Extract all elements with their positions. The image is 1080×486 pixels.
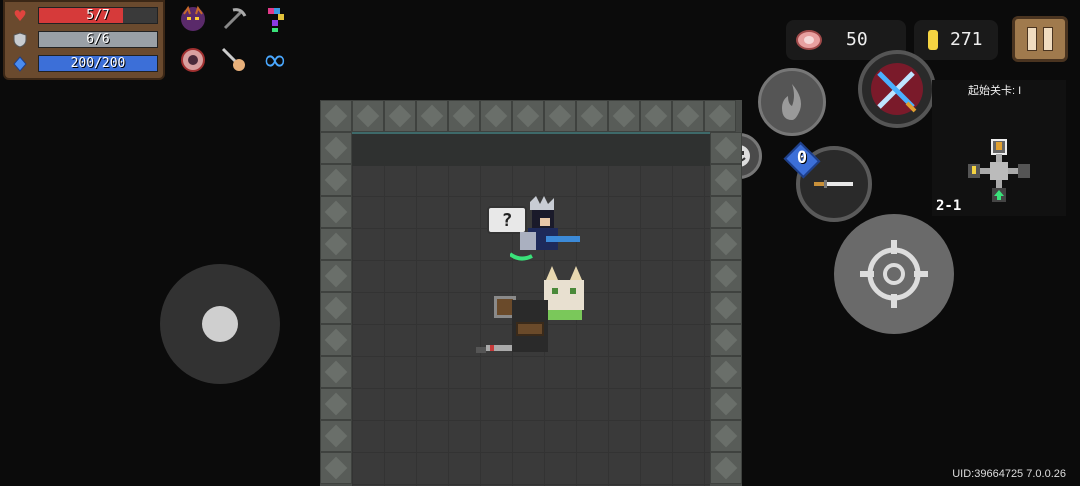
level-indicator: 2-1 bbox=[936, 198, 962, 214]
special-attack-button[interactable] bbox=[858, 50, 936, 128]
wall-tile bbox=[320, 388, 352, 420]
fire-button[interactable] bbox=[834, 214, 954, 334]
heart-icon: ♥ bbox=[13, 7, 27, 25]
sword-hand-buff-icon bbox=[218, 44, 250, 76]
armor-bar: 6/6 bbox=[38, 31, 158, 48]
wall-tile bbox=[448, 100, 480, 132]
energy-bar: 200/200 bbox=[38, 55, 158, 72]
food-count: 50 bbox=[846, 29, 868, 50]
flame-icon bbox=[782, 84, 801, 120]
wall-tile bbox=[320, 292, 352, 324]
ammo-cost-text: 0 bbox=[796, 148, 808, 168]
treasure-chest[interactable] bbox=[512, 300, 548, 352]
wall-tile bbox=[710, 388, 742, 420]
hp-row: ♥ 5/7 bbox=[11, 6, 161, 26]
hp-text: 5/7 bbox=[86, 8, 110, 23]
wall-tile bbox=[352, 100, 384, 132]
wall-tile bbox=[640, 100, 672, 132]
wall-tile bbox=[710, 132, 742, 164]
wall-tile bbox=[320, 100, 352, 132]
wall-tile bbox=[320, 324, 352, 356]
mystery-buff-icon bbox=[259, 3, 291, 35]
dungeon-room bbox=[320, 100, 742, 486]
energy-crystal-icon bbox=[11, 56, 29, 72]
armor-row: 6/6 bbox=[11, 30, 161, 50]
shield-icon bbox=[11, 32, 29, 48]
dropped-gun[interactable] bbox=[476, 340, 516, 353]
armor-text: 6/6 bbox=[86, 32, 110, 47]
wall-tile bbox=[704, 100, 736, 132]
sword-weapon-icon bbox=[814, 180, 853, 188]
pause-button[interactable] bbox=[1012, 16, 1068, 62]
wall-tile bbox=[710, 452, 742, 484]
wall-tile bbox=[544, 100, 576, 132]
wall-tile bbox=[710, 324, 742, 356]
wall-tile bbox=[320, 452, 352, 484]
wall-tile bbox=[710, 356, 742, 388]
joystick-knob[interactable] bbox=[202, 306, 238, 342]
wall-tile bbox=[710, 196, 742, 228]
gold-counter: 271 bbox=[914, 20, 998, 60]
crosshair-icon bbox=[860, 240, 928, 308]
gold-coin-icon bbox=[928, 30, 938, 50]
wall-tile bbox=[512, 100, 544, 132]
wall-tile bbox=[710, 292, 742, 324]
wall-shadow bbox=[352, 132, 710, 166]
wall-tile bbox=[384, 100, 416, 132]
pause-icon-left bbox=[1027, 27, 1037, 51]
gold-count: 271 bbox=[950, 29, 983, 50]
pickaxe-buff-icon bbox=[218, 3, 250, 35]
wall-tile bbox=[480, 100, 512, 132]
wall-tile bbox=[320, 260, 352, 292]
energy-row: 200/200 bbox=[11, 54, 161, 74]
hp-bar: 5/7 bbox=[38, 7, 158, 24]
wall-tile bbox=[672, 100, 704, 132]
wall-tile bbox=[710, 228, 742, 260]
wall-tile bbox=[608, 100, 640, 132]
wall-tile bbox=[320, 196, 352, 228]
wall-tile bbox=[320, 420, 352, 452]
wall-tile bbox=[576, 100, 608, 132]
skill-button[interactable] bbox=[758, 68, 826, 136]
infinity-icon: ∞ bbox=[262, 42, 288, 78]
energy-text: 200/200 bbox=[70, 56, 126, 71]
wall-tile bbox=[320, 132, 352, 164]
wall-tile bbox=[320, 164, 352, 196]
minimap-rooms bbox=[968, 139, 1030, 202]
wall-tile bbox=[710, 164, 742, 196]
meat-icon bbox=[796, 29, 822, 55]
wall-tile bbox=[710, 260, 742, 292]
wall-tile bbox=[320, 356, 352, 388]
uid-version-text: UID:39664725 7.0.0.26 bbox=[952, 468, 1066, 480]
compass-buff-icon bbox=[177, 44, 209, 76]
minimap-title: 起始关卡: I bbox=[968, 85, 1022, 97]
crossed-swords-icon bbox=[871, 63, 923, 115]
player-stats-panel: ♥ 5/7 6/6 200/200 bbox=[3, 0, 165, 80]
wall-tile bbox=[320, 228, 352, 260]
pause-icon-right bbox=[1043, 27, 1053, 51]
demon-helmet-buff-icon bbox=[177, 3, 209, 35]
chest-lid bbox=[516, 322, 544, 336]
wall-tile bbox=[416, 100, 448, 132]
minimap: 起始关卡: I 2-1 bbox=[932, 80, 1066, 216]
wall-tile bbox=[710, 420, 742, 452]
